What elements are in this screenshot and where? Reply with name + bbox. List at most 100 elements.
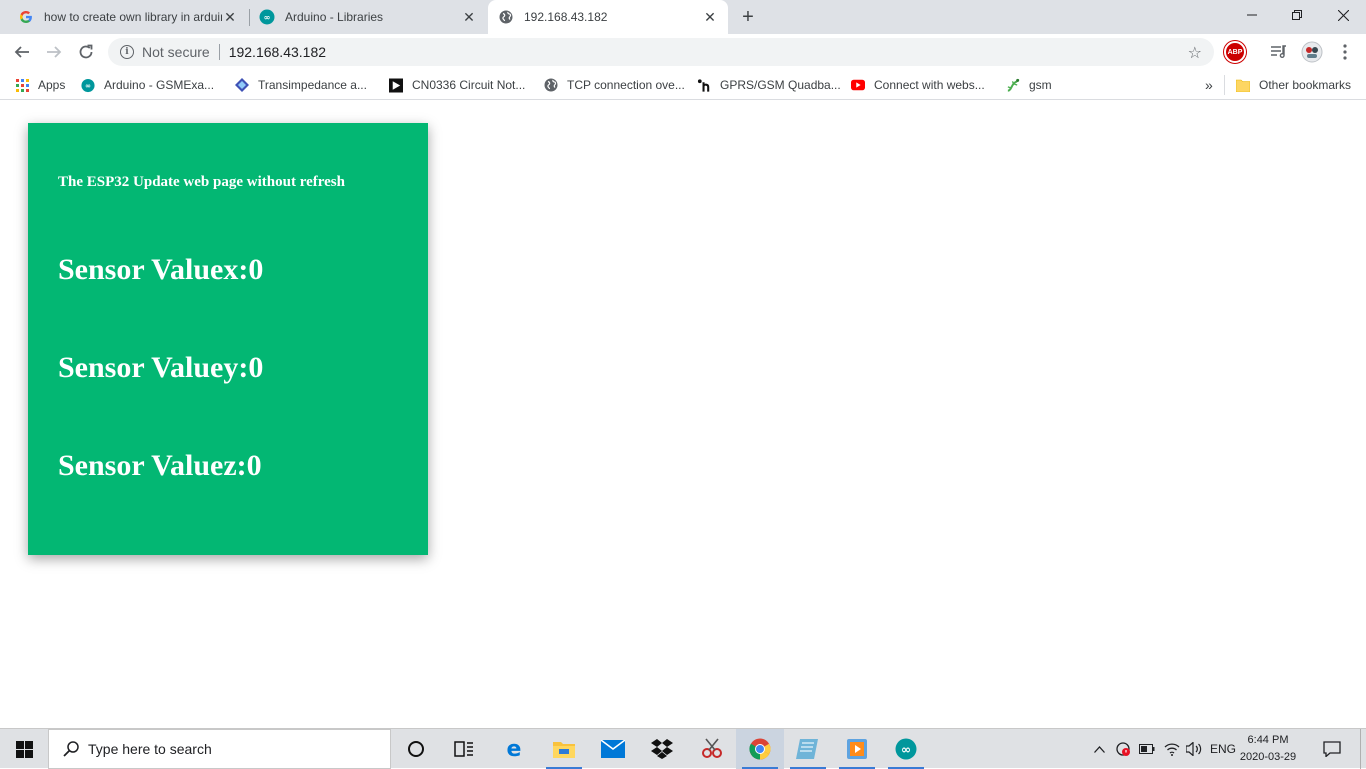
forward-button[interactable]	[40, 38, 68, 66]
start-button[interactable]	[0, 729, 48, 769]
file-explorer-icon[interactable]	[540, 729, 588, 769]
bookmark-connect-websocket[interactable]: Connect with webs...	[851, 76, 985, 94]
search-icon	[62, 740, 80, 758]
arduino-icon: ∞	[81, 78, 95, 92]
tab-arduino-libraries[interactable]: ∞ Arduino - Libraries ✕	[249, 0, 487, 34]
reload-icon	[79, 44, 93, 59]
sensor-card: The ESP32 Update web page without refres…	[28, 123, 428, 555]
gecko-icon	[1006, 78, 1020, 92]
folder-icon	[1236, 78, 1250, 92]
bookmark-label: gsm	[1029, 78, 1052, 92]
bookmarks-divider	[1224, 75, 1225, 95]
battery-icon[interactable]	[1137, 729, 1157, 769]
bookmark-label: GPRS/GSM Quadba...	[720, 78, 841, 92]
tab-google-search[interactable]: how to create own library in arduino ✕	[8, 0, 248, 34]
info-icon[interactable]: i	[120, 45, 134, 59]
sensor-value-z: Sensor Valuez:0	[58, 449, 262, 482]
bookmark-gsm[interactable]: gsm	[1006, 76, 1052, 94]
bookmark-other-bookmarks[interactable]: Other bookmarks	[1236, 76, 1351, 94]
page-heading: The ESP32 Update web page without refres…	[58, 174, 345, 190]
sensor-value-y: Sensor Valuey:0	[58, 351, 264, 384]
hackster-icon	[697, 78, 711, 92]
close-tab-icon[interactable]: ✕	[222, 9, 238, 25]
bookmark-arduino-gsm[interactable]: ∞ Arduino - GSMExa...	[81, 76, 214, 94]
tab-title: Arduino - Libraries	[285, 10, 384, 24]
close-tab-icon[interactable]: ✕	[702, 9, 718, 25]
globe-icon	[544, 78, 558, 92]
bookmark-label: TCP connection ove...	[567, 78, 685, 92]
dropbox-icon[interactable]	[638, 729, 686, 769]
input-language-indicator[interactable]: ENG	[1208, 729, 1238, 769]
arduino-ide-icon[interactable]: ∞	[882, 729, 930, 769]
bookmarks-overflow-button[interactable]: »	[1205, 76, 1213, 94]
cortana-icon[interactable]	[392, 729, 440, 769]
tab-title: 192.168.43.182	[524, 10, 608, 24]
volume-icon[interactable]	[1185, 729, 1205, 769]
forward-arrow-icon	[47, 46, 62, 58]
security-alert-icon[interactable]	[1113, 729, 1133, 769]
google-icon	[18, 9, 34, 25]
apps-grid-icon	[15, 78, 29, 92]
profile-avatar-icon[interactable]	[1301, 41, 1323, 63]
notepad-icon[interactable]	[784, 729, 832, 769]
bookmark-apps[interactable]: Apps	[15, 76, 65, 94]
edge-icon[interactable]: e	[490, 729, 538, 769]
svg-text:∞: ∞	[264, 13, 271, 22]
security-status[interactable]: Not secure	[142, 44, 210, 60]
close-window-icon[interactable]	[1320, 0, 1366, 30]
svg-text:∞: ∞	[85, 82, 91, 90]
show-hidden-icons-icon[interactable]	[1090, 729, 1108, 769]
windows-taskbar: e ∞ ENG 6:44 PM 2020-03-29	[0, 728, 1366, 769]
reload-button[interactable]	[72, 38, 100, 66]
arduino-icon: ∞	[259, 9, 275, 25]
bookmark-label: Other bookmarks	[1259, 78, 1352, 92]
media-player-icon[interactable]	[833, 729, 881, 769]
search-input[interactable]	[88, 741, 368, 757]
clock-date: 2020-03-29	[1239, 751, 1297, 763]
youtube-icon	[851, 78, 865, 92]
address-bar[interactable]: i Not secure 192.168.43.182 ☆	[108, 38, 1214, 66]
taskbar-search[interactable]	[48, 729, 391, 769]
back-button[interactable]	[8, 38, 36, 66]
back-arrow-icon	[14, 46, 29, 58]
bookmark-label: Apps	[38, 78, 66, 92]
bookmarks-bar: Apps ∞ Arduino - GSMExa... Transimpedanc…	[0, 70, 1366, 100]
svg-text:e: e	[507, 738, 522, 760]
snipping-tool-icon[interactable]	[688, 729, 736, 769]
media-queue-icon[interactable]	[1268, 41, 1290, 63]
chrome-icon[interactable]	[736, 729, 784, 769]
bookmark-label: Transimpedance a...	[258, 78, 367, 92]
restore-icon[interactable]	[1274, 0, 1320, 30]
bookmark-label: CN0336 Circuit Not...	[412, 78, 526, 92]
show-desktop-button[interactable]	[1360, 729, 1366, 769]
bookmark-transimpedance[interactable]: Transimpedance a...	[235, 76, 367, 94]
task-view-icon[interactable]	[440, 729, 488, 769]
sensor-value-x: Sensor Valuex:0	[58, 253, 264, 286]
bookmark-label: Arduino - GSMExa...	[104, 78, 215, 92]
bookmark-tcp-connection[interactable]: TCP connection ove...	[544, 76, 685, 94]
new-tab-button[interactable]: +	[737, 6, 759, 28]
browser-toolbar: i Not secure 192.168.43.182 ☆ ABP	[0, 34, 1366, 70]
minimize-icon[interactable]	[1229, 0, 1275, 30]
windows-logo-icon	[15, 740, 33, 758]
tab-strip: how to create own library in arduino ✕ ∞…	[0, 0, 1366, 34]
page-viewport: The ESP32 Update web page without refres…	[0, 101, 1366, 727]
bookmark-gprs-gsm[interactable]: GPRS/GSM Quadba...	[697, 76, 841, 94]
mail-icon[interactable]	[589, 729, 637, 769]
globe-icon	[498, 9, 514, 25]
url-text[interactable]: 192.168.43.182	[229, 44, 326, 60]
adblock-plus-icon[interactable]: ABP	[1224, 41, 1246, 63]
wifi-icon[interactable]	[1162, 729, 1182, 769]
bookmark-cn0336[interactable]: CN0336 Circuit Not...	[389, 76, 525, 94]
action-center-icon[interactable]	[1312, 729, 1352, 769]
clock-time: 6:44 PM	[1247, 734, 1289, 746]
chrome-menu-icon[interactable]	[1334, 41, 1356, 63]
tab-active-esp32[interactable]: 192.168.43.182 ✕	[488, 0, 728, 34]
play-icon	[389, 78, 403, 92]
diamond-icon	[235, 78, 249, 92]
bookmark-star-icon[interactable]: ☆	[1188, 43, 1202, 63]
system-clock[interactable]: 6:44 PM 2020-03-29	[1236, 732, 1300, 766]
tab-title: how to create own library in arduino	[44, 10, 222, 24]
close-tab-icon[interactable]: ✕	[461, 9, 477, 25]
omnibox-divider	[218, 44, 220, 60]
